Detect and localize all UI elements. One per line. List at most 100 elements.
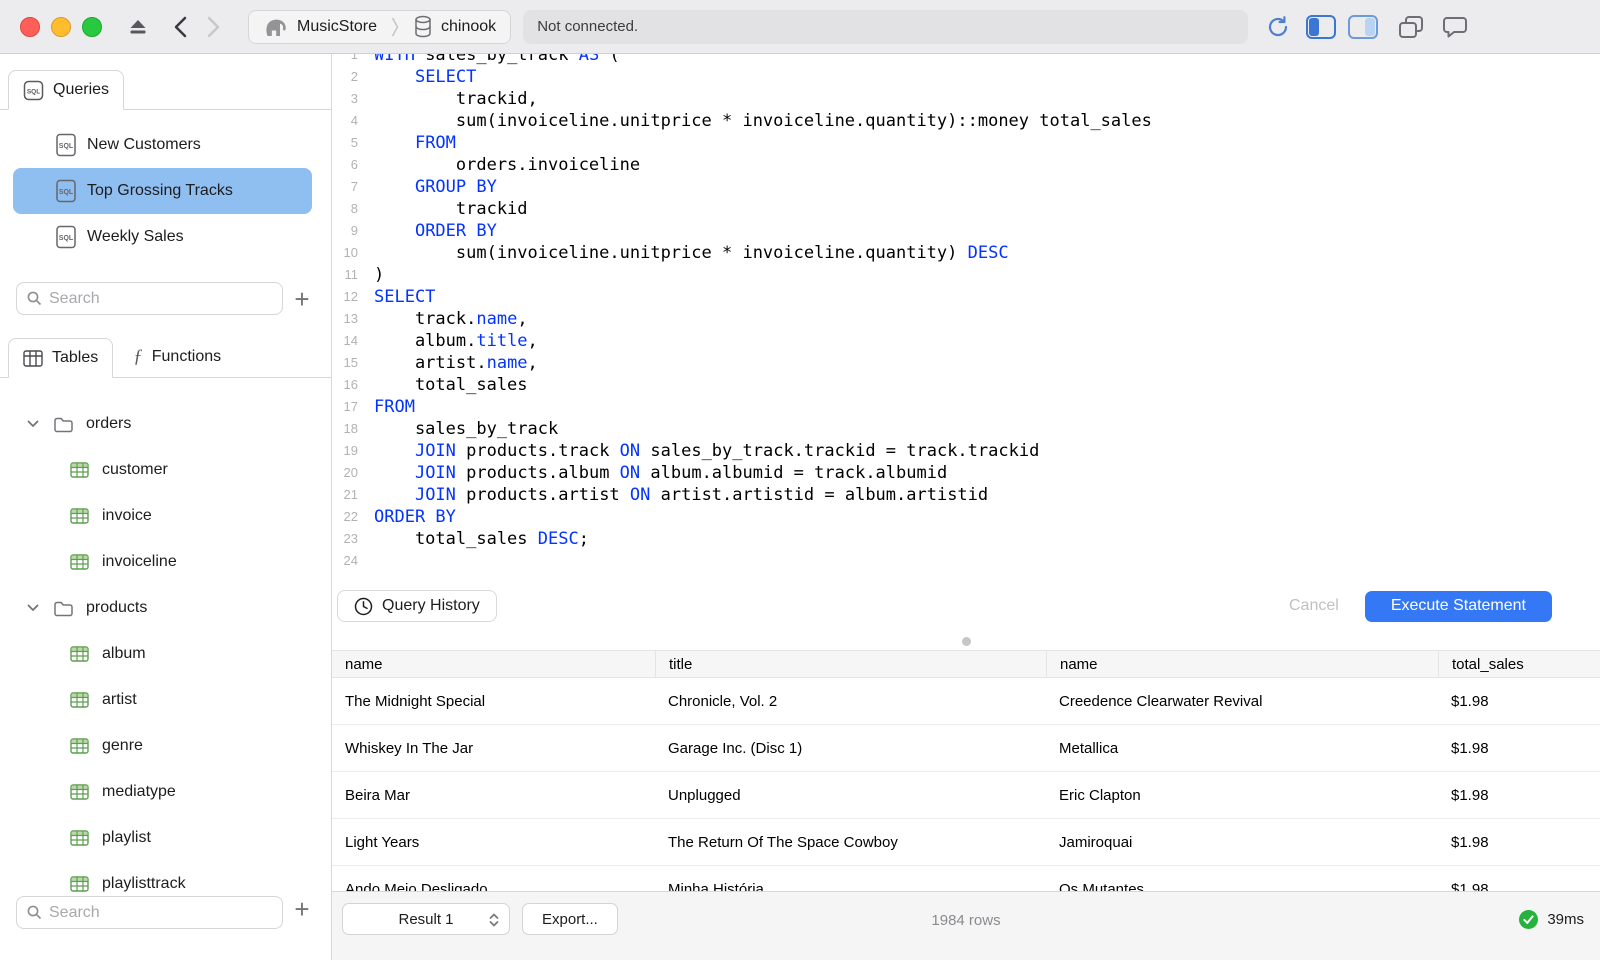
sidebar: SQL Queries SQL New Customers SQL Top Gr…	[0, 54, 332, 960]
query-list: SQL New Customers SQL Top Grossing Track…	[0, 110, 331, 260]
sql-query-icon: SQL	[55, 133, 77, 157]
tab-queries[interactable]: SQL Queries	[8, 70, 125, 110]
tree-table-row[interactable]: playlist	[0, 815, 331, 861]
query-item-label: Weekly Sales	[87, 228, 184, 245]
tree-table-row[interactable]: mediatype	[0, 769, 331, 815]
column-header[interactable]: title	[655, 651, 1046, 677]
connection-status-field: Not connected.	[523, 9, 1249, 44]
minimize-window-button[interactable]	[51, 16, 71, 37]
tree-schema-row[interactable]: products	[0, 585, 331, 631]
tree-schema-row[interactable]: orders	[0, 401, 331, 447]
table-cell: Garage Inc. (Disc 1)	[668, 739, 803, 757]
table-cell: $1.98	[1451, 692, 1489, 710]
code-line: 18 sales_by_track	[332, 418, 1600, 440]
right-panel-icon	[1348, 14, 1379, 39]
line-number: 20	[343, 465, 358, 480]
code-line: 14 album.title,	[332, 330, 1600, 352]
line-number: 6	[350, 157, 358, 172]
window-overview-button[interactable]	[1398, 15, 1424, 39]
tab-functions[interactable]: ƒ Functions	[119, 337, 235, 377]
table-search-input[interactable]	[49, 903, 249, 922]
back-button[interactable]	[174, 16, 187, 38]
forward-button[interactable]	[207, 16, 220, 38]
disclosure-triangle-icon[interactable]	[27, 420, 39, 428]
toggle-right-sidebar-button[interactable]	[1348, 14, 1379, 39]
statusbar: Result 1 Export... 1984 rows 39ms	[332, 891, 1600, 960]
eject-icon	[130, 19, 146, 33]
table-cell: Whiskey In The Jar	[345, 739, 474, 757]
breadcrumb-server[interactable]: MusicStore	[297, 18, 377, 36]
code-text: total_sales DESC;	[374, 529, 589, 549]
code-text: )	[374, 265, 385, 285]
code-line: 7 GROUP BY	[332, 176, 1600, 198]
code-line: 12 SELECT	[332, 286, 1600, 308]
code-line: 5 FROM	[332, 132, 1600, 154]
table-row[interactable]: Beira Mar Unplugged Eric Clapton $1.98	[332, 772, 1600, 819]
toggle-left-sidebar-button[interactable]	[1306, 14, 1337, 39]
splitter-dot-icon	[961, 637, 971, 646]
table-cell: Light Years	[345, 833, 420, 851]
query-search-field[interactable]	[16, 282, 283, 315]
table-row[interactable]: The Midnight Special Chronicle, Vol. 2 Cre…	[332, 678, 1600, 725]
zoom-window-button[interactable]	[82, 16, 102, 37]
tree-table-row[interactable]: album	[0, 631, 331, 677]
query-item[interactable]: SQL Top Grossing Tracks	[13, 168, 312, 214]
table-row[interactable]: Whiskey In The Jar Garage Inc. (Disc 1) Me…	[332, 725, 1600, 772]
breadcrumb-database[interactable]: chinook	[441, 18, 496, 36]
tree-table-row[interactable]: artist	[0, 677, 331, 723]
disclosure-triangle-icon[interactable]	[27, 604, 39, 612]
result-selector[interactable]: Result 1	[342, 903, 510, 935]
disconnect-eject-button[interactable]	[128, 18, 148, 36]
add-table-button[interactable]: +	[289, 896, 315, 922]
tab-tables[interactable]: Tables	[8, 338, 114, 378]
tree-table-row[interactable]: customer	[0, 447, 331, 493]
code-text: JOIN products.artist ON artist.artistid …	[414, 485, 989, 505]
column-header[interactable]: name	[1046, 651, 1438, 677]
column-header[interactable]: name	[332, 651, 655, 677]
svg-text:SQL: SQL	[59, 189, 74, 196]
tree-table-row[interactable]: genre	[0, 723, 331, 769]
tree-table-row[interactable]: invoiceline	[0, 539, 331, 585]
database-icon	[413, 15, 433, 38]
cancel-button[interactable]: Cancel	[1289, 597, 1339, 615]
code-lines: 1 WITH sales_by_track AS (2 SELECT 3 track…	[332, 54, 1600, 572]
tree-row-label: invoice	[102, 507, 152, 524]
table-icon	[70, 554, 89, 570]
column-header[interactable]: total_sales	[1438, 651, 1600, 677]
line-number: 21	[343, 487, 358, 502]
table-tree: orders customer invoice invoiceline prod…	[0, 378, 331, 907]
code-text: FROM	[374, 397, 415, 417]
query-search-input[interactable]	[49, 289, 249, 308]
code-line: 11)	[332, 264, 1600, 286]
table-search-field[interactable]	[16, 896, 283, 929]
query-item[interactable]: SQL Weekly Sales	[13, 214, 312, 260]
table-cell: Metallica	[1059, 739, 1119, 757]
sql-editor[interactable]: 1 WITH sales_by_track AS (2 SELECT 3 track…	[332, 54, 1600, 589]
table-cell: The Return Of The Space Cowboy	[668, 833, 898, 851]
add-query-button[interactable]: +	[289, 286, 315, 312]
code-text: sales_by_track	[374, 419, 559, 439]
table-row[interactable]: Ando Meio Desligado Minha História Os Muta…	[332, 866, 1600, 891]
query-item[interactable]: SQL New Customers	[13, 122, 312, 168]
line-number: 8	[350, 201, 358, 216]
tree-row-label: playlist	[102, 829, 151, 846]
code-text: JOIN products.track ON sales_by_track.tr…	[414, 441, 1040, 461]
refresh-button[interactable]	[1266, 15, 1290, 39]
close-window-button[interactable]	[20, 16, 40, 37]
export-button[interactable]: Export...	[522, 903, 618, 935]
tree-row-label: customer	[102, 461, 168, 478]
splitter-handle[interactable]	[332, 623, 1600, 650]
tree-row-label: invoiceline	[102, 553, 177, 570]
breadcrumb[interactable]: MusicStore chinook	[248, 9, 512, 44]
table-row[interactable]: Light Years The Return Of The Space Cowbo…	[332, 819, 1600, 866]
table-cell: The Midnight Special	[345, 692, 486, 710]
line-number: 5	[350, 135, 358, 150]
line-number: 13	[343, 311, 358, 326]
line-number: 14	[343, 333, 358, 348]
query-history-button[interactable]: Query History	[337, 590, 497, 622]
execute-statement-button[interactable]: Execute Statement	[1364, 590, 1552, 622]
feedback-button[interactable]	[1442, 15, 1468, 39]
code-text: orders.invoiceline	[374, 155, 641, 175]
tree-table-row[interactable]: invoice	[0, 493, 331, 539]
